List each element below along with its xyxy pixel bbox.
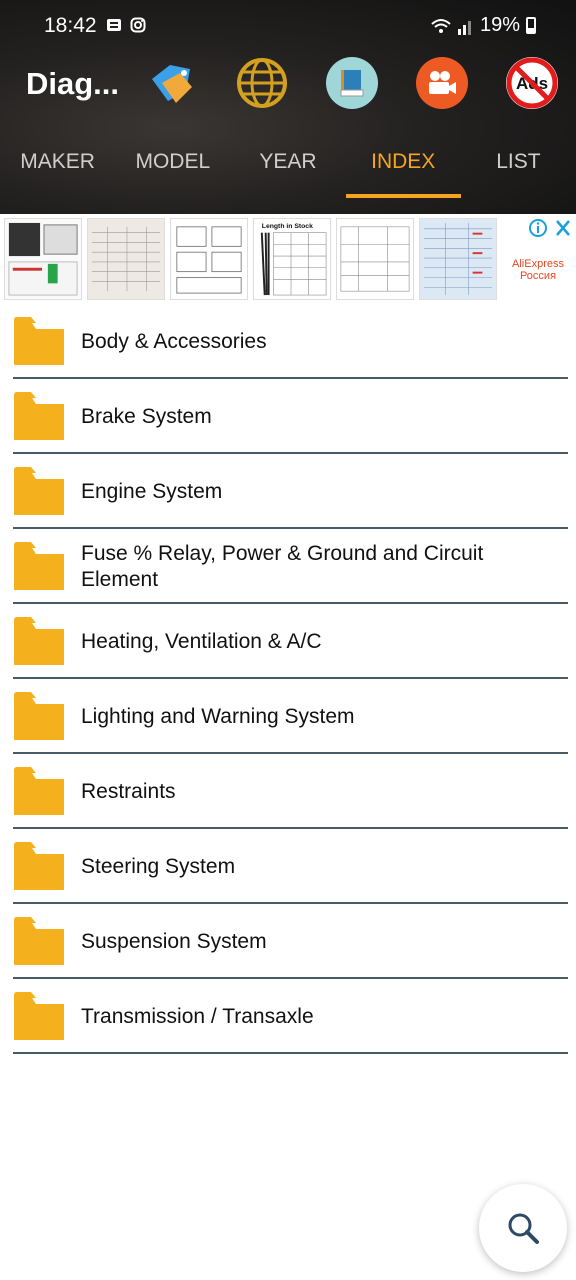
list-item-label: Engine System: [81, 479, 223, 503]
list-item-label: Suspension System: [81, 929, 267, 953]
list-item[interactable]: Suspension System: [0, 904, 576, 979]
battery-icon: [526, 17, 536, 34]
ad-thumbnail[interactable]: Length in Stock: [253, 218, 331, 300]
folder-icon: [14, 542, 64, 590]
list-item[interactable]: Steering System: [0, 829, 576, 904]
list-item-label: Brake System: [81, 404, 212, 428]
tab-index[interactable]: INDEX: [345, 142, 462, 198]
divider: [13, 1052, 568, 1054]
status-right: 19%: [430, 14, 536, 37]
folder-icon: [14, 317, 64, 365]
ad-banner[interactable]: Length in Stock AliExpress Россия: [0, 214, 576, 302]
folder-icon: [14, 617, 64, 665]
ad-thumbnail[interactable]: [419, 218, 497, 300]
tab-maker[interactable]: MAKER: [0, 142, 115, 198]
app-header: 18:42 19% Diag... Ads MAKER MODEL YEAR I…: [0, 0, 576, 214]
ad-thumbnail[interactable]: [4, 218, 82, 300]
list-item[interactable]: Body & Accessories: [0, 304, 576, 379]
wifi-icon: [431, 18, 451, 33]
list-item[interactable]: Transmission / Transaxle: [0, 979, 576, 1054]
list-item[interactable]: Heating, Ventilation & A/C: [0, 604, 576, 679]
instagram-icon: [130, 17, 146, 33]
app-title: Diag...: [26, 66, 120, 101]
ad-info-icon[interactable]: [529, 218, 573, 238]
battery-percent: 19%: [479, 14, 520, 36]
video-icon[interactable]: [416, 57, 468, 109]
folder-icon: [14, 917, 64, 965]
list-item-label: Transmission / Transaxle: [81, 1004, 314, 1028]
folder-icon: [14, 467, 64, 515]
tab-list[interactable]: LIST: [461, 142, 576, 198]
list-item[interactable]: Fuse % Relay, Power & Ground and Circuit…: [0, 529, 576, 604]
tab-model[interactable]: MODEL: [115, 142, 230, 198]
list-item[interactable]: Brake System: [0, 379, 576, 454]
ad-thumb-title: Length in Stock: [262, 223, 313, 230]
ad-brand-name: AliExpress: [512, 258, 564, 270]
tab-year[interactable]: YEAR: [230, 142, 345, 198]
list-item[interactable]: Engine System: [0, 454, 576, 529]
status-bar: 18:42 19%: [0, 0, 576, 52]
folder-icon: [14, 767, 64, 815]
list-item[interactable]: Lighting and Warning System: [0, 679, 576, 754]
status-time: 18:42: [44, 14, 97, 37]
list-item-label: Body & Accessories: [81, 329, 267, 353]
ad-brand[interactable]: AliExpress Россия: [506, 258, 570, 282]
search-icon: [508, 1213, 539, 1244]
index-list: Body & Accessories Brake System Engine S…: [0, 304, 576, 1054]
ad-thumbnail[interactable]: [87, 218, 165, 300]
tab-bar: MAKER MODEL YEAR INDEX LIST: [0, 142, 576, 198]
ad-thumbnail[interactable]: [336, 218, 414, 300]
folder-icon: [14, 842, 64, 890]
no-ads-icon[interactable]: Ads: [506, 57, 558, 109]
book-icon[interactable]: [326, 57, 378, 109]
list-item-label: Heating, Ventilation & A/C: [81, 629, 322, 653]
signal-icon: [457, 20, 471, 35]
globe-icon[interactable]: [236, 57, 288, 109]
ad-brand-region: Россия: [519, 270, 557, 282]
folder-icon: [14, 692, 64, 740]
folder-icon: [14, 992, 64, 1040]
list-item-label: Lighting and Warning System: [81, 704, 355, 728]
notification-icon: [107, 19, 121, 31]
search-button[interactable]: [479, 1184, 567, 1272]
folder-icon: [14, 392, 64, 440]
ad-thumbnail[interactable]: [170, 218, 248, 300]
list-item-label: Steering System: [81, 854, 236, 878]
tag-icon[interactable]: [146, 57, 198, 109]
list-item-label: Restraints: [81, 779, 176, 803]
list-item-label: Fuse % Relay, Power & Ground and Circuit…: [81, 541, 484, 591]
list-item[interactable]: Restraints: [0, 754, 576, 829]
